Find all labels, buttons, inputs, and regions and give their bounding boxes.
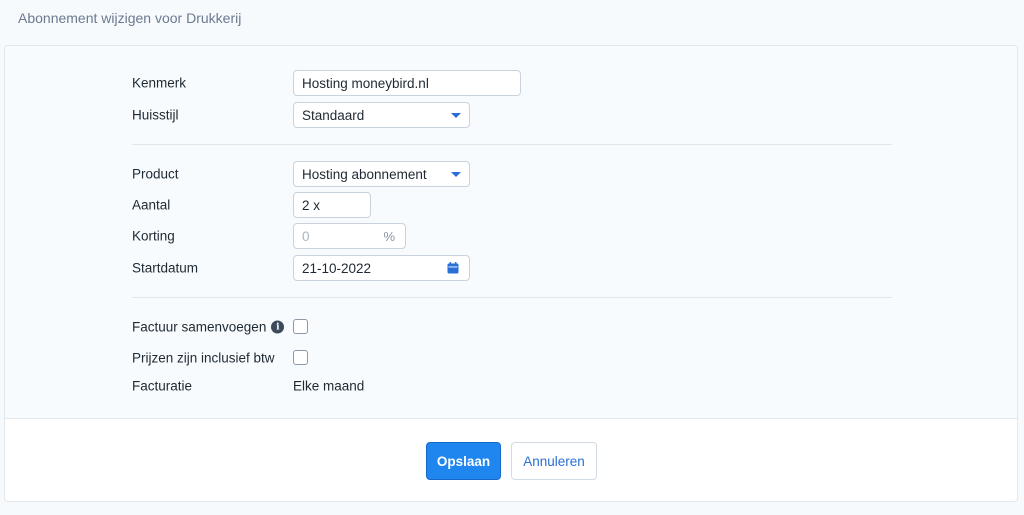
factuur-samenvoegen-label: Factuur samenvoegen xyxy=(132,319,267,335)
prijzen-incl-btw-row: Prijzen zijn inclusief btw xyxy=(5,345,1017,371)
startdatum-row: Startdatum 21-10-2022 xyxy=(5,255,1017,281)
aantal-label: Aantal xyxy=(132,197,171,213)
form-body: Kenmerk Hosting moneybird.nl Huisstijl S… xyxy=(5,46,1017,419)
facturatie-row: Facturatie Elke maand xyxy=(5,373,1017,399)
aantal-value: 2 x xyxy=(302,197,321,213)
subscription-form-card: Kenmerk Hosting moneybird.nl Huisstijl S… xyxy=(4,45,1018,502)
kenmerk-input[interactable]: Hosting moneybird.nl xyxy=(293,70,521,96)
chevron-down-icon xyxy=(451,113,461,118)
info-icon[interactable]: i xyxy=(271,320,285,334)
korting-placeholder: 0 xyxy=(302,228,310,244)
cancel-button[interactable]: Annuleren xyxy=(511,442,597,480)
kenmerk-value: Hosting moneybird.nl xyxy=(302,75,429,91)
product-select[interactable]: Hosting abonnement xyxy=(293,161,470,187)
kenmerk-label: Kenmerk xyxy=(132,75,187,91)
startdatum-input[interactable]: 21-10-2022 xyxy=(293,255,470,281)
divider xyxy=(132,144,892,145)
factuur-samenvoegen-row: Factuur samenvoegen i xyxy=(5,314,1017,340)
prijzen-incl-btw-checkbox[interactable] xyxy=(293,350,308,365)
huisstijl-value: Standaard xyxy=(302,107,365,123)
save-button[interactable]: Opslaan xyxy=(426,442,501,480)
huisstijl-label: Huisstijl xyxy=(132,107,179,123)
facturatie-value: Elke maand xyxy=(293,378,365,394)
factuur-samenvoegen-label-wrap: Factuur samenvoegen i xyxy=(132,319,285,335)
page-title: Abonnement wijzigen voor Drukkerij xyxy=(18,10,242,26)
aantal-row: Aantal 2 x xyxy=(5,192,1017,218)
prijzen-incl-btw-label: Prijzen zijn inclusief btw xyxy=(132,350,275,366)
percent-suffix: % xyxy=(383,228,395,244)
aantal-input[interactable]: 2 x xyxy=(293,192,371,218)
factuur-samenvoegen-checkbox[interactable] xyxy=(293,319,308,334)
product-row: Product Hosting abonnement xyxy=(5,161,1017,187)
korting-row: Korting 0 % xyxy=(5,223,1017,249)
chevron-down-icon xyxy=(451,172,461,177)
startdatum-label: Startdatum xyxy=(132,260,199,276)
startdatum-value: 21-10-2022 xyxy=(302,260,372,276)
facturatie-label: Facturatie xyxy=(132,378,193,394)
kenmerk-row: Kenmerk Hosting moneybird.nl xyxy=(5,70,1017,96)
divider xyxy=(132,297,892,298)
korting-input[interactable]: 0 % xyxy=(293,223,406,249)
huisstijl-row: Huisstijl Standaard xyxy=(5,102,1017,128)
korting-label: Korting xyxy=(132,228,175,244)
calendar-icon[interactable] xyxy=(447,262,459,274)
product-value: Hosting abonnement xyxy=(302,166,427,182)
huisstijl-select[interactable]: Standaard xyxy=(293,102,470,128)
product-label: Product xyxy=(132,166,179,182)
